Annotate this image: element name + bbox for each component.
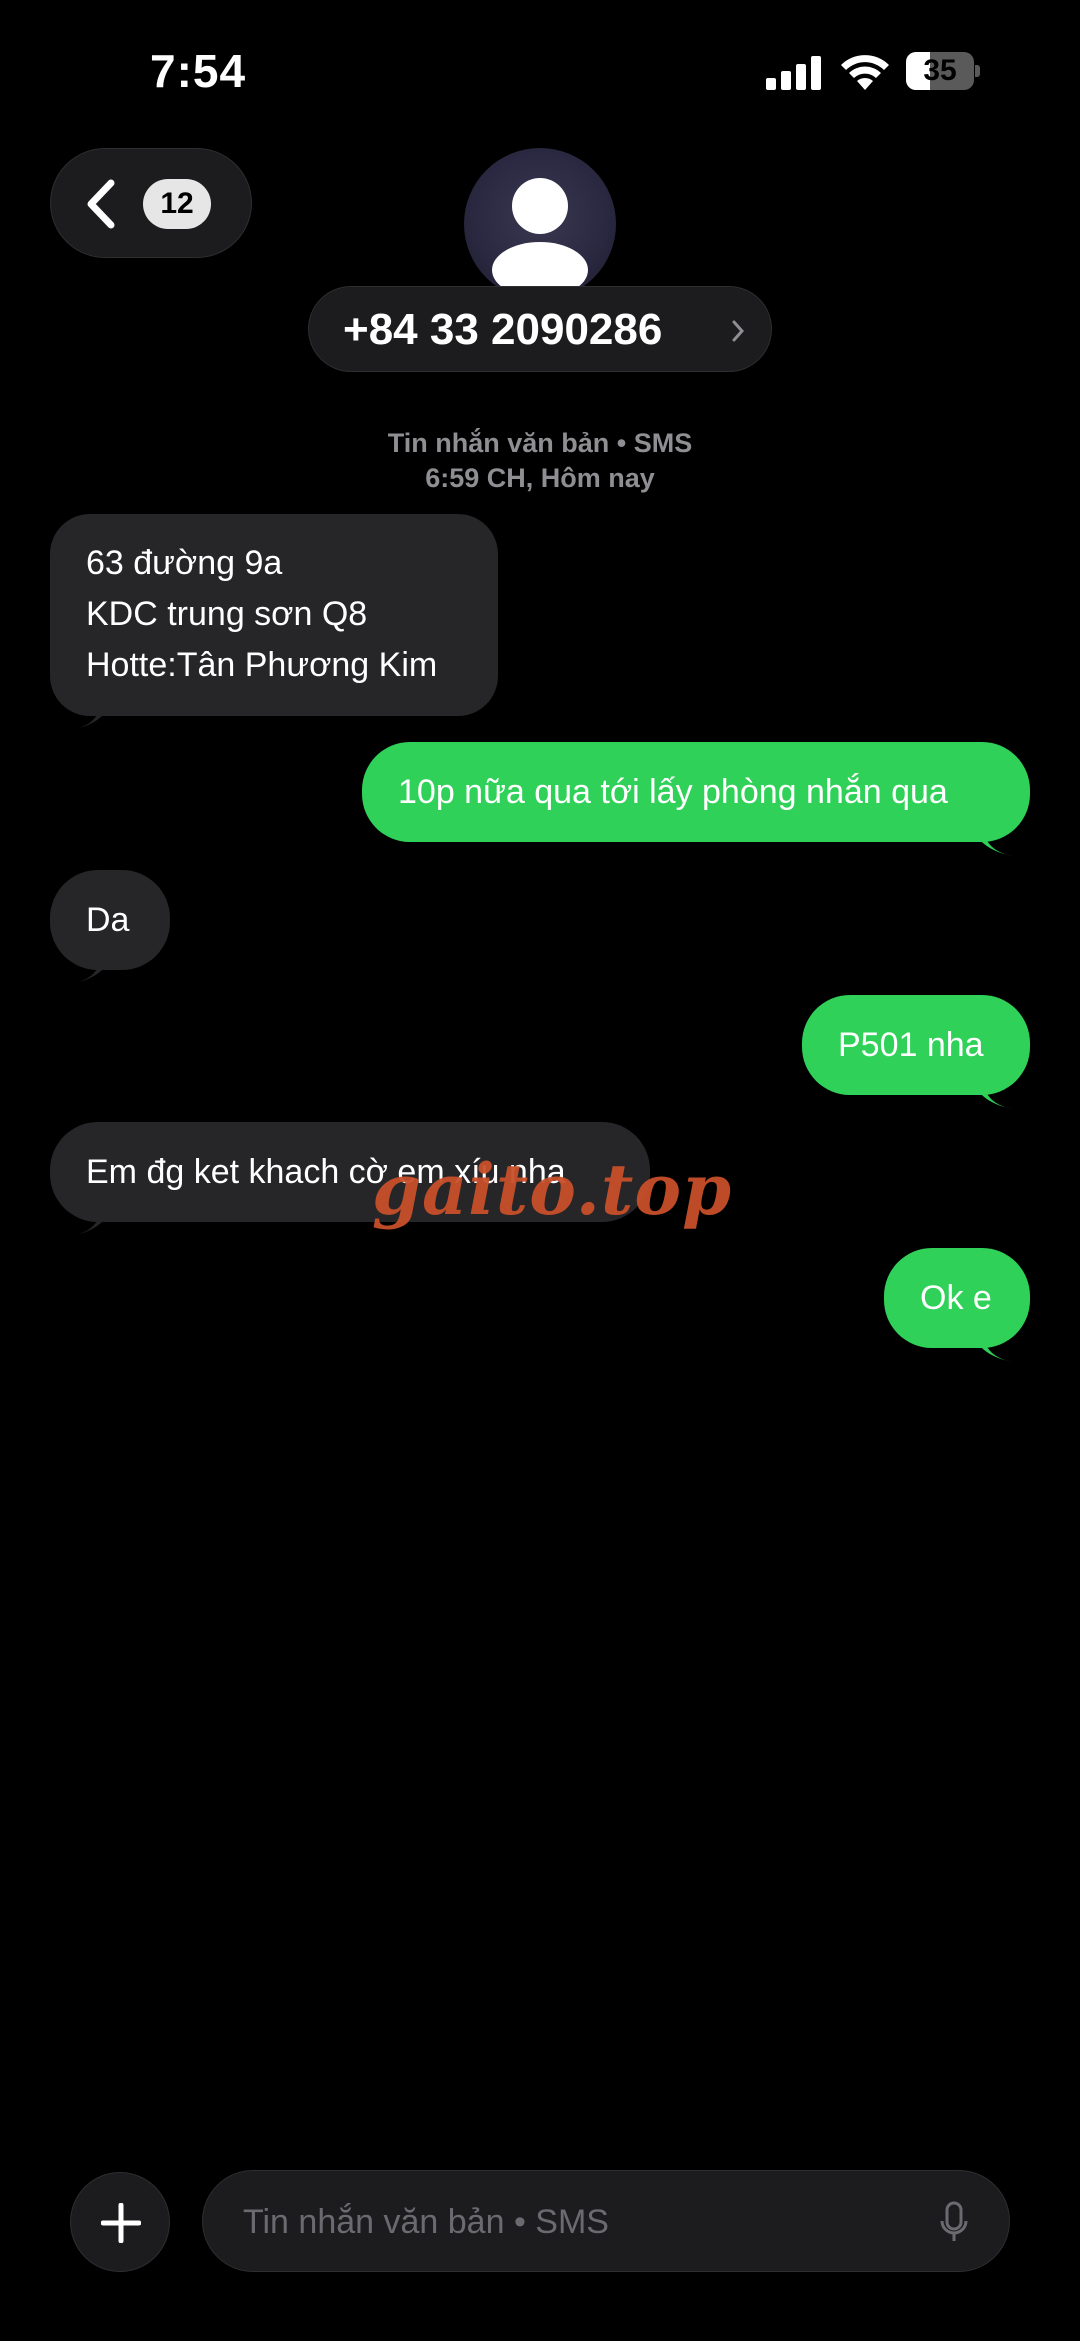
message-text: Hotte:Tân Phương Kim xyxy=(86,646,438,684)
message-bubble-outgoing[interactable]: P501 nha xyxy=(802,995,1030,1109)
unread-count-badge: 12 xyxy=(143,179,211,229)
back-chevron-icon xyxy=(87,179,115,229)
bubble-tail xyxy=(970,1328,1012,1362)
bubble-tail xyxy=(72,696,114,730)
chevron-right-icon xyxy=(732,320,745,342)
message-text: P501 nha xyxy=(838,1026,984,1064)
message-text: Da xyxy=(86,901,130,939)
message-bubble-outgoing[interactable]: Ok e xyxy=(884,1248,1030,1362)
messages-screen: 7:54 35 12 +84 33 2090286 Tin nhắn văn b… xyxy=(0,0,1080,2341)
service-label: Tin nhắn văn bản • SMS xyxy=(387,428,693,458)
message-text: KDC trung sơn Q8 xyxy=(86,595,368,633)
message-bubble-incoming[interactable]: Da xyxy=(50,870,170,984)
contact-details-button[interactable]: +84 33 2090286 xyxy=(308,286,772,372)
contact-avatar[interactable] xyxy=(464,148,616,300)
cellular-signal-icon xyxy=(766,56,821,90)
message-timestamp: 6:59 CH, Hôm nay xyxy=(425,463,655,493)
message-text: Ok e xyxy=(920,1279,992,1317)
bubble-tail xyxy=(72,1202,114,1236)
message-input[interactable]: Tin nhắn văn bản • SMS xyxy=(202,2170,1010,2272)
person-icon xyxy=(492,178,588,298)
battery-icon: 35 xyxy=(906,52,980,90)
add-attachment-button[interactable] xyxy=(70,2172,170,2272)
bubble-tail xyxy=(970,822,1012,856)
contact-number: +84 33 2090286 xyxy=(343,305,663,354)
back-button[interactable]: 12 xyxy=(50,148,252,258)
message-text: 63 đường 9a xyxy=(86,544,283,582)
message-bubble-outgoing[interactable]: 10p nữa qua tới lấy phòng nhắn qua xyxy=(362,742,1030,856)
message-text: 10p nữa qua tới lấy phòng nhắn qua xyxy=(398,773,948,811)
status-time: 7:54 xyxy=(150,45,247,97)
message-bubble-incoming[interactable]: 63 đường 9a KDC trung sơn Q8 Hotte:Tân P… xyxy=(50,514,498,730)
wifi-icon xyxy=(841,55,889,90)
microphone-icon[interactable] xyxy=(939,2201,969,2245)
watermark: gaito.top xyxy=(372,1148,733,1231)
message-input-placeholder: Tin nhắn văn bản • SMS xyxy=(243,2203,609,2241)
battery-level: 35 xyxy=(923,54,957,87)
bubble-tail xyxy=(970,1075,1012,1109)
bubble-tail xyxy=(72,950,114,984)
plus-icon xyxy=(101,2203,141,2243)
